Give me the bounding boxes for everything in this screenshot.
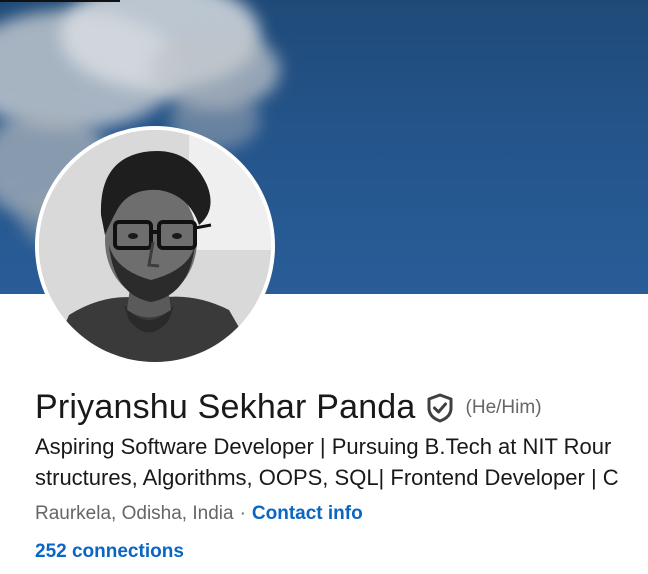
location-row: Raurkela, Odisha, India · Contact info	[35, 503, 363, 525]
pronouns: (He/Him)	[465, 396, 542, 418]
profile-photo-illustration	[39, 130, 271, 362]
profile-headline: Aspiring Software Developer | Pursuing B…	[35, 431, 648, 493]
connections-link[interactable]: 252 connections	[35, 541, 184, 563]
profile-card: Priyanshu Sekhar Panda (He/Him) Aspiring…	[0, 0, 648, 574]
avatar[interactable]	[35, 126, 275, 366]
profile-photo	[39, 130, 271, 362]
separator-dot: ·	[239, 503, 246, 524]
name-row: Priyanshu Sekhar Panda (He/Him)	[35, 388, 542, 427]
headline-line-1: Aspiring Software Developer | Pursuing B…	[35, 434, 612, 459]
location-text: Raurkela, Odisha, India	[35, 503, 234, 524]
contact-info-link[interactable]: Contact info	[252, 503, 363, 524]
shield-check-icon[interactable]	[426, 393, 454, 423]
cover-edge-line	[0, 0, 120, 2]
headline-line-2: structures, Algorithms, OOPS, SQL| Front…	[35, 465, 619, 490]
profile-name: Priyanshu Sekhar Panda	[35, 388, 416, 426]
